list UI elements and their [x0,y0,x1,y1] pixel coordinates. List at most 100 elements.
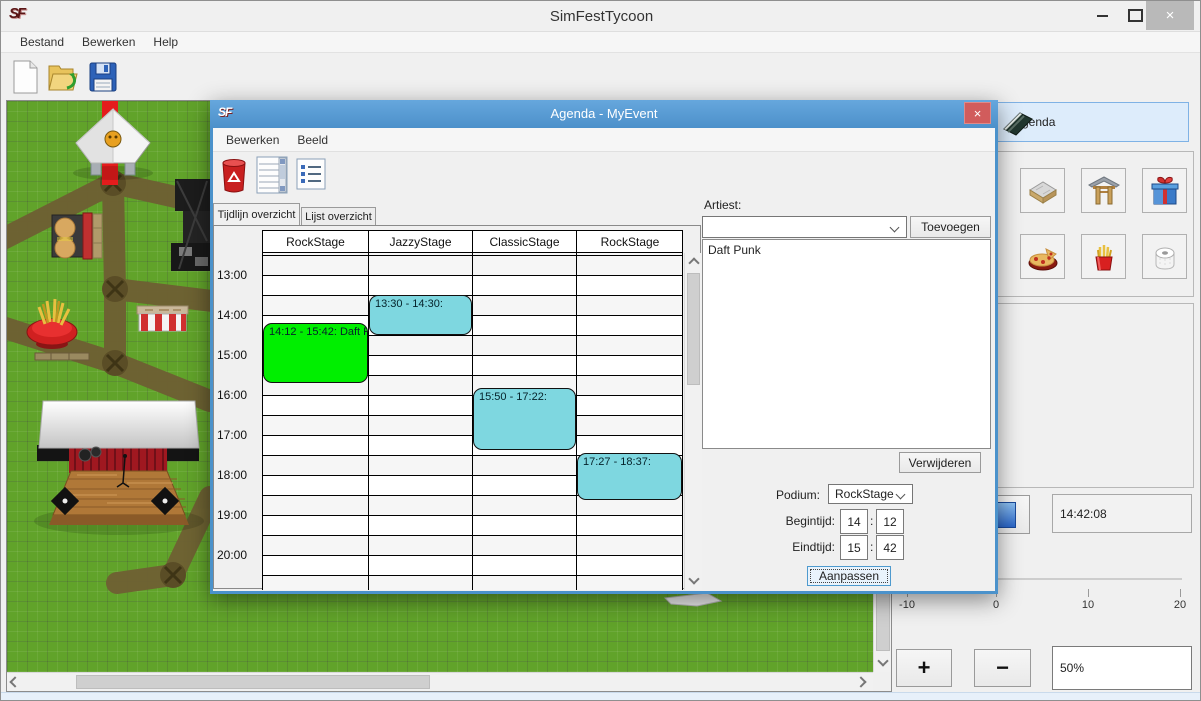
close-button[interactable]: × [1146,1,1194,30]
agenda-dialog: SF Agenda - MyEvent × BewerkenBeeld [210,100,998,594]
scroll-left-icon[interactable] [11,678,19,686]
shop-button-gift[interactable] [1142,168,1187,213]
gift-icon [1148,174,1182,208]
stage-header-rockstage: RockStage [577,231,683,252]
schedule-grid[interactable]: 14:12 - 15:42: Daft Punk13:30 - 14:30: 15… [262,253,683,590]
scroll-down-icon[interactable] [879,657,887,665]
dialog-titlebar[interactable]: SF Agenda - MyEvent × [210,100,998,128]
timeline-view-button[interactable] [256,156,288,199]
schedule-event[interactable]: 13:30 - 14:30: [369,295,472,335]
stage-header-jazzystage: JazzyStage [369,231,473,252]
menu-item-bewerken[interactable]: Bewerken [73,33,144,51]
open-file-button[interactable] [45,58,81,96]
side-table [93,214,102,258]
artist-list-item[interactable]: Daft Punk [703,240,990,260]
menu-item-bestand[interactable]: Bestand [11,33,73,51]
new-file-button[interactable] [7,58,43,96]
grid-scroll-down-icon[interactable] [690,575,698,583]
scroll-right-icon[interactable] [857,678,865,686]
stage-equipment [171,179,211,271]
shop-button-toilet-paper[interactable] [1142,234,1187,279]
minimize-icon [1097,15,1108,17]
dialog-border-right [995,100,998,594]
pizza-icon [1026,240,1060,274]
stage-header-rockstage: RockStage [263,231,369,252]
schedule-event[interactable]: 15:50 - 17:22: [473,388,576,449]
remove-artist-button[interactable]: Verwijderen [899,452,981,473]
dialog-menu-item-beeld[interactable]: Beeld [288,131,337,149]
market-stall [137,306,188,331]
main-titlebar: SF SimFestTycoon × [1,1,1201,31]
new-file-icon [11,60,39,94]
time-label-20:00: 20:00 [217,548,261,562]
dialog-border-bottom [210,591,998,594]
tab-lijst-overzicht[interactable]: Lijst overzicht [301,207,376,225]
slider-tick-label: 0 [981,599,1011,611]
tent [73,109,153,180]
podium-label: Podium: [750,488,820,502]
time-label-13:00: 13:00 [217,268,261,282]
slider-tick-label: 10 [1073,599,1103,611]
timeline-view-icon [256,156,288,194]
artist-combobox[interactable] [702,216,907,238]
podium-combobox[interactable]: RockStage [828,484,913,504]
time-label-14:00: 14:00 [217,308,261,322]
minimize-button[interactable] [1087,1,1117,30]
shop-button-tile[interactable] [1020,168,1065,213]
bench [35,353,89,360]
dialog-menubar: BewerkenBeeld [213,128,995,152]
hidden-map-object [665,593,721,606]
shop-button-torii-gate[interactable] [1081,168,1126,213]
dialog-menu-item-bewerken[interactable]: Bewerken [217,131,288,149]
shop-button-pizza[interactable] [1020,234,1065,279]
begin-minute-field[interactable]: 12 [876,509,904,534]
end-time-label: Eindtijd: [745,540,835,554]
clock-value: 14:42:08 [1060,507,1107,521]
schedule-event[interactable]: 17:27 - 18:37: [577,453,682,500]
burger-stand [52,213,92,259]
trash-icon [220,158,248,194]
zoom-out-button[interactable]: − [974,649,1031,687]
list-view-button[interactable] [296,158,326,195]
dialog-close-button[interactable]: × [964,102,991,124]
menu-item-help[interactable]: Help [144,33,187,51]
zoom-level-field[interactable]: 50% [1052,646,1192,690]
main-toolbar [1,53,1201,100]
add-artist-button[interactable]: Toevoegen [910,216,991,238]
grid-scroll-up-icon[interactable] [690,259,698,267]
zoom-level-value: 50% [1060,661,1084,675]
fries-icon [1087,240,1121,274]
map-hscrollbar[interactable] [7,672,873,691]
begin-hour-field[interactable]: 14 [840,509,868,534]
hscroll-thumb[interactable] [76,675,430,689]
fries-stand [27,299,77,349]
apply-button[interactable]: Aanpassen [807,566,891,586]
schedule-event[interactable]: 14:12 - 15:42: Daft Punk [263,323,368,383]
stage-header-row: RockStageJazzyStageClassicStageRockStage [262,230,683,253]
time-label-17:00: 17:00 [217,428,261,442]
begin-time-label: Begintijd: [745,514,835,528]
status-strip [1,692,1201,701]
clock-display: 14:42:08 [1052,494,1192,533]
simfesttycoon-window: SF SimFestTycoon × BestandBewerkenHelp [0,0,1201,701]
end-minute-field[interactable]: 42 [876,535,904,560]
zoom-in-button[interactable]: + [896,649,952,687]
artist-label: Artiest: [704,198,741,212]
end-hour-field[interactable]: 15 [840,535,868,560]
delete-trash-button[interactable] [220,158,248,199]
save-file-button[interactable] [85,58,121,96]
chevron-down-icon [896,489,906,499]
shop-button-fries[interactable] [1081,234,1126,279]
tab-tijdlijn-overzicht[interactable]: Tijdlijn overzicht [213,203,300,225]
app-title: SimFestTycoon [1,8,1201,25]
artist-list[interactable]: Daft Punk [702,239,991,449]
time-label-19:00: 19:00 [217,508,261,522]
begin-time-separator: : [870,514,873,528]
grid-scroll-thumb[interactable] [687,273,700,385]
podium-combo-value: RockStage [835,487,894,501]
main-stage [34,401,204,535]
dialog-toolbar [213,152,995,203]
end-time-separator: : [870,540,873,554]
grid-vscrollbar[interactable] [684,253,702,590]
save-file-icon [88,61,118,93]
